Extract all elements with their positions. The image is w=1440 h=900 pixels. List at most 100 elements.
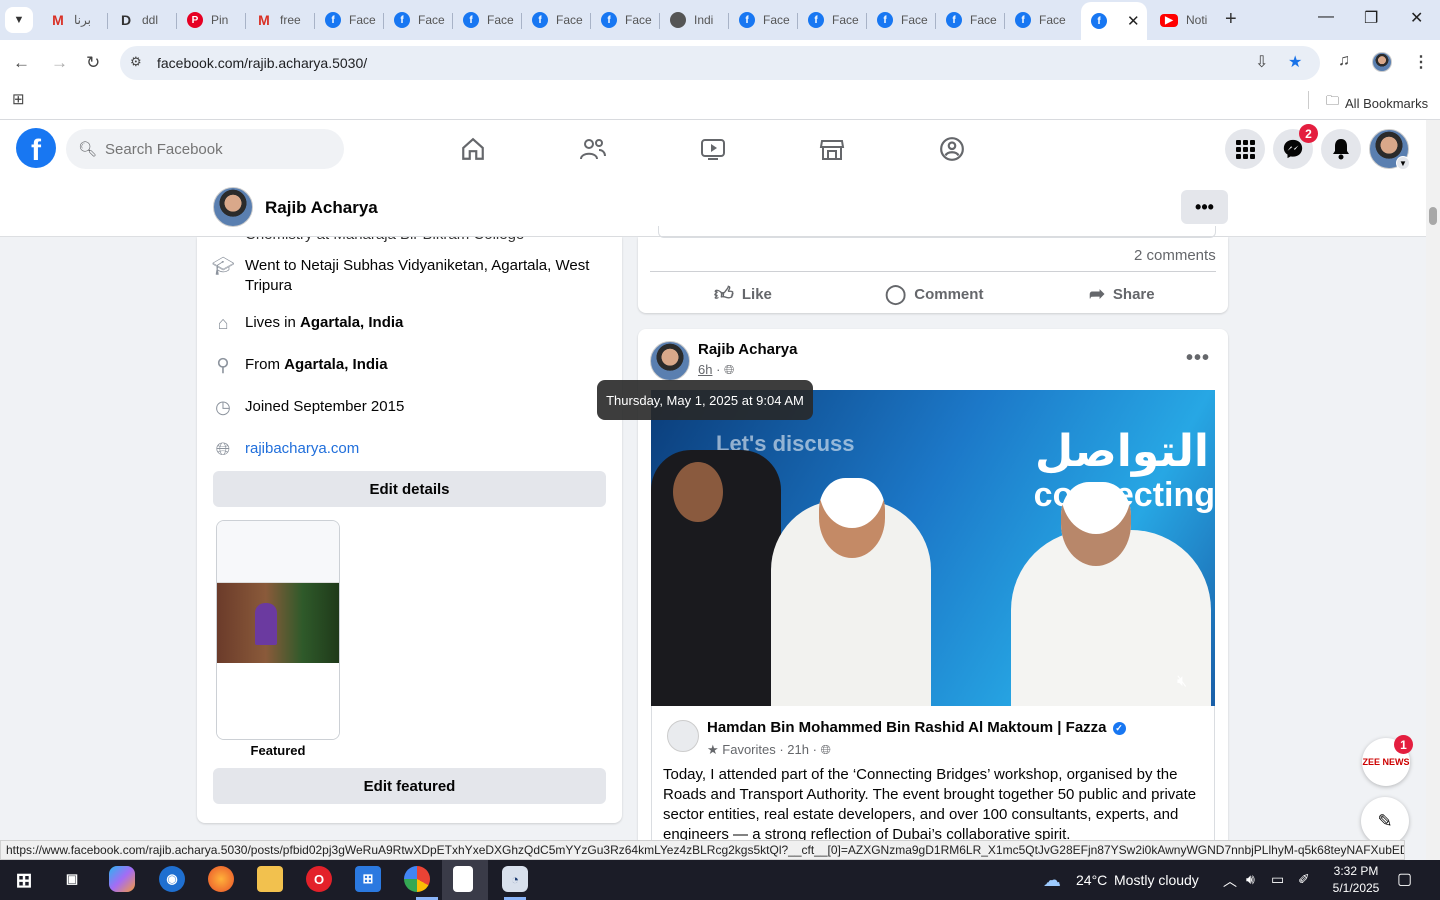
- browser-tab[interactable]: f Face: [384, 4, 453, 36]
- facebook-header: f 🔍︎ 2 ▼: [0, 120, 1426, 178]
- microsoft-store-icon[interactable]: ⊞: [355, 866, 381, 892]
- facebook-icon: f: [1015, 12, 1031, 28]
- clock-time[interactable]: 3:32 PM: [1332, 864, 1380, 878]
- more-dots-icon: •••: [1195, 196, 1214, 217]
- new-tab-button[interactable]: +: [1225, 8, 1237, 31]
- forward-button[interactable]: →: [51, 53, 68, 73]
- edit-featured-button[interactable]: Edit featured: [213, 768, 606, 804]
- browser-tab[interactable]: Mfree: [246, 4, 315, 36]
- share-button[interactable]: ➦ Share: [1089, 283, 1155, 306]
- apps-grid-icon[interactable]: ⊞: [12, 90, 25, 108]
- site-info-icon[interactable]: ⚙: [130, 54, 142, 70]
- browser-tab[interactable]: f Face: [522, 4, 591, 36]
- friends-nav-icon[interactable]: [576, 132, 610, 166]
- notifications-bell-icon[interactable]: [1321, 129, 1361, 169]
- restore-icon[interactable]: ❐: [1364, 8, 1378, 28]
- task-view-icon[interactable]: ▣: [59, 866, 85, 892]
- mute-icon[interactable]: 🔇︎: [1177, 673, 1187, 691]
- search-box[interactable]: 🔍︎: [66, 129, 344, 169]
- browser-tab[interactable]: f Face: [1005, 4, 1081, 36]
- facebook-icon: f: [532, 12, 548, 28]
- all-bookmarks-button[interactable]: 🗀 All Bookmarks: [1326, 92, 1428, 114]
- install-app-icon[interactable]: ⇩: [1255, 52, 1268, 72]
- featured-thumbnail[interactable]: [216, 520, 340, 740]
- scrollbar-thumb[interactable]: [1429, 207, 1437, 225]
- close-tab-icon[interactable]: ✕: [1127, 12, 1140, 30]
- firefox-icon[interactable]: [208, 866, 234, 892]
- groups-nav-icon[interactable]: [935, 132, 969, 166]
- tray-chevron-icon[interactable]: ︿: [1223, 871, 1237, 891]
- media-control-icon[interactable]: ♫: [1338, 52, 1350, 70]
- close-window-icon[interactable]: ✕: [1410, 8, 1423, 28]
- chevron-down-icon[interactable]: ▼: [1396, 156, 1410, 170]
- network-icon[interactable]: ▭: [1271, 871, 1284, 888]
- shared-author-name[interactable]: Hamdan Bin Mohammed Bin Rashid Al Maktou…: [707, 719, 1126, 736]
- url-text[interactable]: facebook.com/rajib.acharya.5030/: [157, 55, 367, 71]
- joined-detail: ◷ Joined September 2015: [213, 397, 608, 417]
- pinterest-icon: P: [187, 12, 203, 28]
- comments-count[interactable]: 2 comments: [1134, 247, 1216, 264]
- pen-icon[interactable]: ✐: [1298, 871, 1310, 888]
- app-icon[interactable]: ◉: [159, 866, 185, 892]
- tab-search-button[interactable]: ▼: [5, 7, 33, 33]
- browser-tab[interactable]: Dddl: [108, 4, 177, 36]
- clock-date[interactable]: 5/1/2025: [1332, 881, 1380, 895]
- shared-author-avatar[interactable]: [667, 720, 699, 752]
- post-time-link[interactable]: 6h: [698, 362, 712, 377]
- post-author-name[interactable]: Rajib Acharya: [698, 341, 798, 358]
- video-nav-icon[interactable]: [696, 132, 730, 166]
- lives-place-link[interactable]: Agartala, India: [300, 314, 403, 331]
- app-icon[interactable]: ◔: [502, 866, 528, 892]
- profile-name[interactable]: Rajib Acharya: [265, 198, 378, 218]
- like-button[interactable]: 👍︎ Like: [714, 283, 772, 306]
- minimize-icon[interactable]: —: [1318, 8, 1334, 26]
- weather-description[interactable]: Mostly cloudy: [1114, 872, 1199, 888]
- facebook-logo[interactable]: f: [16, 128, 56, 168]
- notification-center-icon[interactable]: ▢: [1397, 869, 1412, 889]
- menu-grid-icon[interactable]: [1225, 129, 1265, 169]
- browser-tab[interactable]: P Pin: [177, 4, 246, 36]
- edit-details-button[interactable]: Edit details: [213, 471, 606, 507]
- chrome-icon[interactable]: [404, 866, 430, 892]
- browser-tab[interactable]: f Face: [453, 4, 522, 36]
- profile-more-button[interactable]: •••: [1181, 190, 1228, 224]
- reload-button[interactable]: ↻: [86, 53, 100, 73]
- browser-tab[interactable]: Indi: [660, 4, 729, 36]
- browser-tab[interactable]: f Face: [798, 4, 867, 36]
- notepad-icon[interactable]: [453, 866, 473, 892]
- from-place-link[interactable]: Agartala, India: [284, 356, 387, 373]
- browser-tab[interactable]: f Face: [591, 4, 660, 36]
- home-nav-icon[interactable]: [456, 132, 490, 166]
- marketplace-nav-icon[interactable]: [815, 132, 849, 166]
- file-explorer-icon[interactable]: [257, 866, 283, 892]
- thumbnail-figure: [255, 603, 277, 645]
- bookmark-star-icon[interactable]: ★: [1288, 52, 1302, 72]
- browser-tab[interactable]: ▶ Noti: [1150, 4, 1218, 36]
- search-input[interactable]: [105, 140, 326, 158]
- browser-menu-icon[interactable]: ⋮: [1413, 52, 1429, 72]
- graduation-cap-icon: 🎓︎: [211, 256, 235, 276]
- copilot-icon[interactable]: [109, 866, 135, 892]
- website-link[interactable]: rajibacharya.com: [245, 439, 359, 459]
- browser-tab[interactable]: f Face: [867, 4, 936, 36]
- browser-tab[interactable]: f Face: [315, 4, 384, 36]
- new-message-button[interactable]: ✎: [1361, 797, 1409, 845]
- post-author-avatar[interactable]: [650, 341, 690, 381]
- browser-tab[interactable]: f Face: [936, 4, 1005, 36]
- page-scrollbar[interactable]: [1426, 120, 1440, 860]
- post-options-button[interactable]: •••: [1186, 347, 1210, 370]
- facebook-icon: f: [877, 12, 893, 28]
- browser-tab[interactable]: M برنا: [40, 4, 108, 36]
- browser-tab-active[interactable]: f ✕: [1081, 2, 1147, 40]
- browser-tab[interactable]: f Face: [729, 4, 798, 36]
- post-video[interactable]: Let's discuss التواصل connecting: [651, 390, 1215, 706]
- comment-button[interactable]: ◯ Comment: [885, 283, 983, 306]
- back-button[interactable]: ←: [13, 53, 30, 73]
- weather-temperature[interactable]: 24°C: [1076, 872, 1107, 888]
- volume-icon[interactable]: 🔊︎: [1246, 871, 1255, 888]
- profile-avatar[interactable]: [213, 187, 253, 227]
- thumbs-up-icon: 👍︎: [714, 284, 734, 305]
- browser-profile-avatar[interactable]: [1372, 52, 1392, 72]
- windows-start-icon[interactable]: ⊞: [11, 867, 37, 893]
- opera-icon[interactable]: O: [306, 866, 332, 892]
